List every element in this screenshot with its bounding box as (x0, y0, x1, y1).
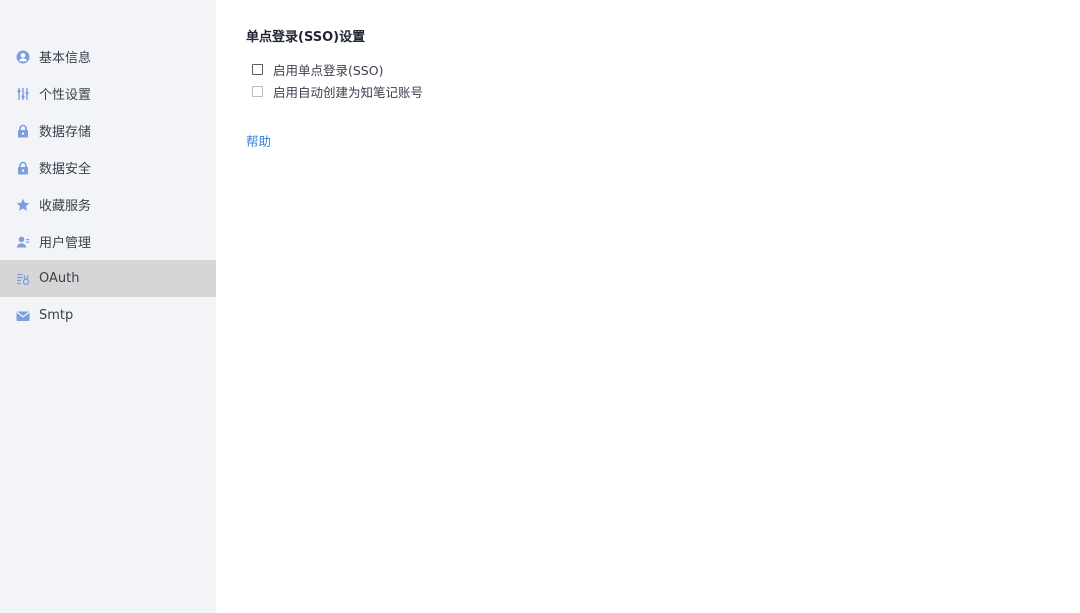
help-link[interactable]: 帮助 (246, 131, 271, 150)
user-manage-icon (16, 235, 30, 249)
sidebar-item-label: 个性设置 (39, 88, 92, 103)
auto-create-account-label[interactable]: 启用自动创建为知笔记账号 (273, 82, 423, 101)
sidebar-item-label: OAuth (39, 271, 80, 286)
settings-app: 基本信息 个性设置 数据存储 数据安全 收藏服务 用户管理 OAuth Smtp… (0, 0, 1080, 613)
sidebar-item-data-security[interactable]: 数据安全 (0, 149, 216, 186)
lock-icon (16, 161, 30, 175)
oauth-icon (16, 272, 30, 286)
sidebar-item-label: 用户管理 (39, 236, 92, 251)
sidebar-item-user-management[interactable]: 用户管理 (0, 223, 216, 260)
user-circle-icon (16, 50, 30, 64)
auto-create-account-option[interactable]: 启用自动创建为知笔记账号 (246, 80, 1080, 102)
sso-enable-checkbox[interactable] (252, 63, 263, 75)
auto-create-account-checkbox[interactable] (252, 85, 263, 97)
mail-icon (16, 309, 30, 323)
sso-enable-label[interactable]: 启用单点登录(SSO) (273, 60, 383, 79)
sidebar-item-label: 基本信息 (39, 51, 92, 66)
sidebar-item-label: Smtp (39, 308, 74, 323)
settings-content: 单点登录(SSO)设置 启用单点登录(SSO) 启用自动创建为知笔记账号 帮助 (216, 0, 1080, 613)
sidebar-item-oauth[interactable]: OAuth (0, 260, 216, 297)
sidebar-item-label: 收藏服务 (39, 199, 92, 214)
star-icon (16, 198, 30, 212)
page-title: 单点登录(SSO)设置 (246, 30, 366, 45)
sidebar-item-favorites[interactable]: 收藏服务 (0, 186, 216, 223)
sidebar-item-label: 数据安全 (39, 162, 92, 177)
sidebar-item-basic-info[interactable]: 基本信息 (0, 38, 216, 75)
sidebar-item-personalization[interactable]: 个性设置 (0, 75, 216, 112)
lock-icon (16, 124, 30, 138)
sidebar-item-smtp[interactable]: Smtp (0, 297, 216, 334)
sidebar-item-data-storage[interactable]: 数据存储 (0, 112, 216, 149)
sso-enable-option[interactable]: 启用单点登录(SSO) (246, 58, 1080, 80)
sidebar-item-label: 数据存储 (39, 125, 92, 140)
sliders-icon (16, 87, 30, 101)
settings-sidebar: 基本信息 个性设置 数据存储 数据安全 收藏服务 用户管理 OAuth Smtp (0, 0, 216, 613)
